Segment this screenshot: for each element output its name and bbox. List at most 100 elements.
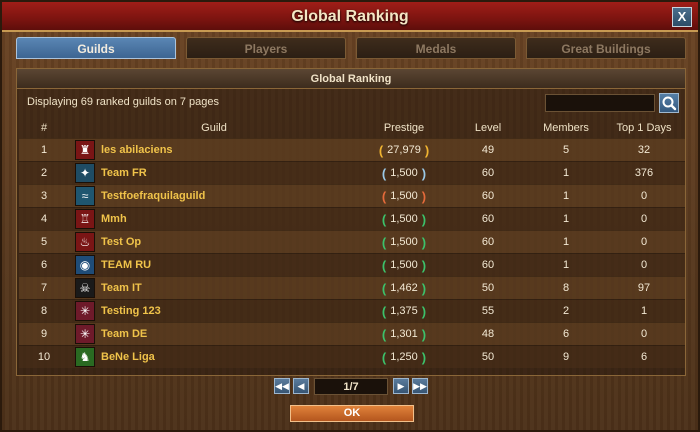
- table-row[interactable]: 4 ♖ Mmh (1,500) 60 1 0: [19, 207, 685, 230]
- next-page-button[interactable]: ▶: [393, 378, 409, 394]
- prestige-right-icon: ): [421, 234, 427, 250]
- prestige-value: 1,500: [390, 236, 418, 248]
- level-cell: 50: [481, 351, 495, 363]
- rank-cell: 9: [40, 328, 48, 340]
- prestige-left-icon: (: [381, 165, 387, 181]
- top-days-cell: 0: [640, 236, 648, 248]
- guild-emblem-cell: ☠: [74, 277, 96, 299]
- table-row[interactable]: 8 ✳ Testing 123 (1,375) 55 2 1: [19, 299, 685, 322]
- first-page-button[interactable]: ◀◀: [274, 378, 290, 394]
- results-info: Displaying 69 ranked guilds on 7 pages: [27, 96, 220, 108]
- level-cell: 50: [481, 282, 495, 294]
- prev-page-button[interactable]: ◀: [293, 378, 309, 394]
- prestige-cell: (1,301): [359, 323, 449, 345]
- guild-name[interactable]: Mmh: [101, 208, 351, 230]
- guild-name[interactable]: TEAM RU: [101, 254, 351, 276]
- top-days-cell: 0: [640, 190, 648, 202]
- search-icon: [662, 96, 677, 111]
- chevron-right-icon: ▶: [397, 381, 405, 391]
- prestige-cell: (1,500): [359, 162, 449, 184]
- prestige-right-icon: ): [421, 188, 427, 204]
- top-days-cell: 1: [640, 305, 648, 317]
- prestige-right-icon: ): [421, 211, 427, 227]
- table-row[interactable]: 10 ♞ BeNe Liga (1,250) 50 9 6: [19, 345, 685, 368]
- prestige-cell: (1,375): [359, 300, 449, 322]
- guild-emblem-cell: ✳: [74, 323, 96, 345]
- prestige-right-icon: ): [421, 303, 427, 319]
- members-cell: 1: [562, 213, 570, 225]
- guild-name[interactable]: Testfoefraquilaguild: [101, 185, 351, 207]
- rank-cell: 5: [40, 236, 48, 248]
- rank-cell: 10: [37, 351, 51, 363]
- guild-name[interactable]: Testing 123: [101, 300, 351, 322]
- top-days-cell: 376: [634, 167, 654, 179]
- guild-emblem-cell: ♨: [74, 231, 96, 253]
- prestige-left-icon: (: [378, 142, 384, 158]
- tab-great-buildings[interactable]: Great Buildings: [526, 37, 686, 59]
- table-body: 1 ♜ les abilaciens(27,979) 49 5 32 2 ✦ Team FR(1…: [19, 138, 685, 368]
- top-days-cell: 97: [637, 282, 651, 294]
- guild-emblem-cell: ♜: [74, 139, 96, 161]
- table-row[interactable]: 6 ◉ TEAM RU (1,500) 60 1 0: [19, 253, 685, 276]
- tab-players[interactable]: Players: [186, 37, 346, 59]
- guild-name[interactable]: Team FR: [101, 162, 351, 184]
- tab-guilds[interactable]: Guilds: [16, 37, 176, 59]
- skull-emblem-icon: ☠: [75, 278, 95, 298]
- guild-name[interactable]: les abilaciens: [101, 139, 351, 161]
- col-top-days: Top 1 Days: [616, 121, 672, 134]
- bird-emblem-icon: ✦: [75, 163, 95, 183]
- guild-name[interactable]: Team DE: [101, 323, 351, 345]
- members-cell: 1: [562, 236, 570, 248]
- members-cell: 5: [562, 144, 570, 156]
- guild-name[interactable]: BeNe Liga: [101, 346, 351, 368]
- guild-emblem-cell: ≈: [74, 185, 96, 207]
- prestige-left-icon: (: [381, 257, 387, 273]
- top-days-cell: 6: [640, 351, 648, 363]
- prestige-cell: (1,500): [359, 185, 449, 207]
- panel-title: Global Ranking: [17, 69, 685, 89]
- col-members: Members: [543, 121, 589, 134]
- table-row[interactable]: 3 ≈ Testfoefraquilaguild (1,500) 60 1 0: [19, 184, 685, 207]
- prestige-left-icon: (: [381, 188, 387, 204]
- guild-name[interactable]: Test Op: [101, 231, 351, 253]
- chevron-left-icon: ◀: [297, 381, 305, 391]
- table-row[interactable]: 5 ♨ Test Op (1,500) 60 1 0: [19, 230, 685, 253]
- ranking-table: # Guild Prestige Level Members Top 1 Day…: [19, 117, 685, 368]
- prestige-cell: (1,500): [359, 254, 449, 276]
- ok-button[interactable]: OK: [290, 405, 414, 422]
- close-button[interactable]: X: [672, 7, 692, 27]
- prestige-right-icon: ): [421, 165, 427, 181]
- prestige-left-icon: (: [381, 303, 387, 319]
- table-row[interactable]: 2 ✦ Team FR (1,500) 60 1 376: [19, 161, 685, 184]
- castle-emblem-icon: ♖: [75, 209, 95, 229]
- prestige-value: 1,500: [390, 167, 418, 179]
- prestige-value: 1,375: [390, 305, 418, 317]
- table-row[interactable]: 1 ♜ les abilaciens (27,979) 49 5 32: [19, 138, 685, 161]
- prestige-value: 1,500: [390, 213, 418, 225]
- table-row[interactable]: 7 ☠ Team IT (1,462) 50 8 97: [19, 276, 685, 299]
- members-cell: 6: [562, 328, 570, 340]
- top-days-cell: 0: [640, 328, 648, 340]
- last-page-button[interactable]: ▶▶: [412, 378, 428, 394]
- search-input[interactable]: [545, 94, 655, 112]
- prestige-cell: (1,462): [359, 277, 449, 299]
- rank-cell: 3: [40, 190, 48, 202]
- prestige-right-icon: ): [421, 349, 427, 365]
- guild-name[interactable]: Team IT: [101, 277, 351, 299]
- members-cell: 1: [562, 190, 570, 202]
- pagination: ◀◀ ◀ 1/7 ▶ ▶▶: [274, 378, 434, 396]
- prestige-value: 1,462: [390, 282, 418, 294]
- guild-emblem-cell: ♞: [74, 346, 96, 368]
- members-cell: 8: [562, 282, 570, 294]
- table-row[interactable]: 9 ✳ Team DE (1,301) 48 6 0: [19, 322, 685, 345]
- tab-medals[interactable]: Medals: [356, 37, 516, 59]
- guild-emblem-cell: ♖: [74, 208, 96, 230]
- prestige-cell: (1,250): [359, 346, 449, 368]
- prestige-value: 1,500: [390, 259, 418, 271]
- prestige-right-icon: ): [421, 326, 427, 342]
- search-button[interactable]: [659, 93, 679, 113]
- prestige-right-icon: ): [421, 280, 427, 296]
- tower-emblem-icon: ♜: [75, 140, 95, 160]
- rank-cell: 1: [40, 144, 48, 156]
- level-cell: 60: [481, 259, 495, 271]
